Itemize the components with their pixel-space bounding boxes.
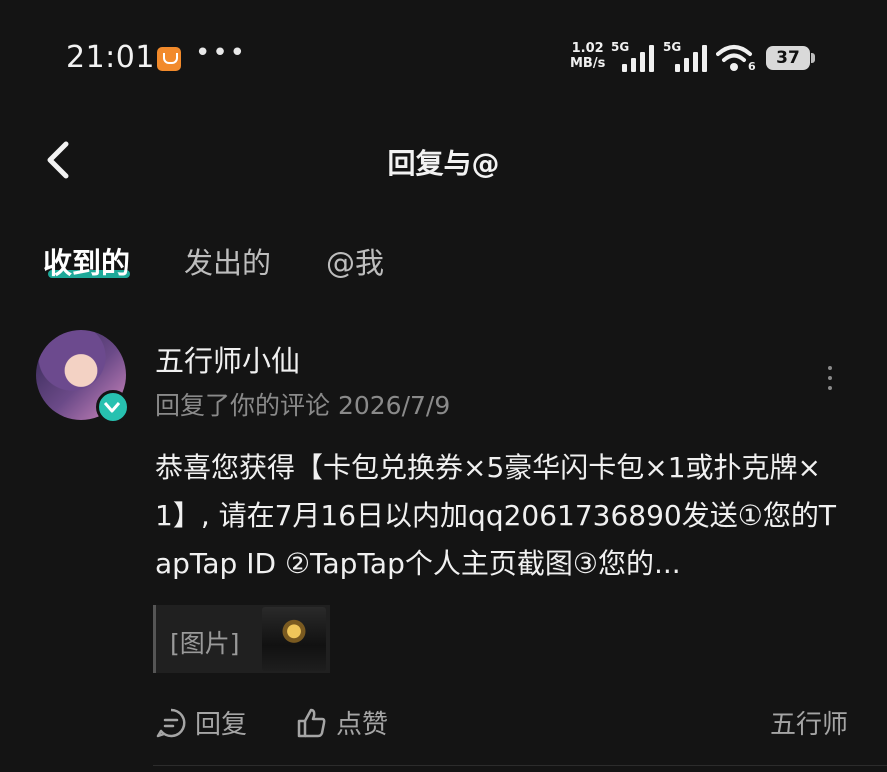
reply-label: 回复: [195, 710, 248, 740]
source-label[interactable]: 五行师: [770, 704, 848, 741]
more-notifications-icon: •••: [195, 38, 248, 68]
reply-icon: [156, 708, 186, 737]
verified-badge-icon: [96, 390, 130, 424]
tab-sent[interactable]: 发出的: [184, 240, 271, 282]
thumbs-up-icon: [297, 708, 326, 737]
comment-username[interactable]: 五行师小仙: [155, 338, 300, 380]
divider: [153, 765, 887, 766]
comment-meta: 回复了你的评论 2026/7/9: [155, 391, 451, 420]
network-speed-value: 1.02: [571, 41, 604, 56]
page-title: 回复与@: [387, 147, 500, 180]
more-options-icon[interactable]: [822, 364, 838, 392]
comment-content[interactable]: 恭喜您获得【卡包兑换券×5豪华闪卡包×1或扑克牌×1】, 请在7月16日以内加q…: [155, 444, 845, 588]
quoted-image-label: [图片]: [170, 629, 240, 658]
status-time: 21:01: [66, 40, 155, 75]
network-speed: 1.02 MB/s: [570, 41, 605, 71]
network-speed-unit: MB/s: [570, 56, 606, 71]
reply-button[interactable]: 回复: [155, 704, 247, 741]
image-thumbnail[interactable]: [262, 607, 326, 671]
like-button[interactable]: 点赞: [296, 704, 388, 741]
tab-received[interactable]: 收到的: [43, 240, 130, 282]
tab-mentions[interactable]: @我: [326, 240, 384, 282]
wifi-sub-label: 6: [748, 60, 756, 73]
battery-icon: 37: [766, 46, 810, 70]
didi-app-notification-icon: [157, 47, 181, 71]
like-label: 点赞: [336, 710, 389, 740]
sim1-signal-icon: [622, 44, 658, 72]
battery-tip: [811, 53, 815, 63]
sim2-signal-icon: [675, 44, 711, 72]
